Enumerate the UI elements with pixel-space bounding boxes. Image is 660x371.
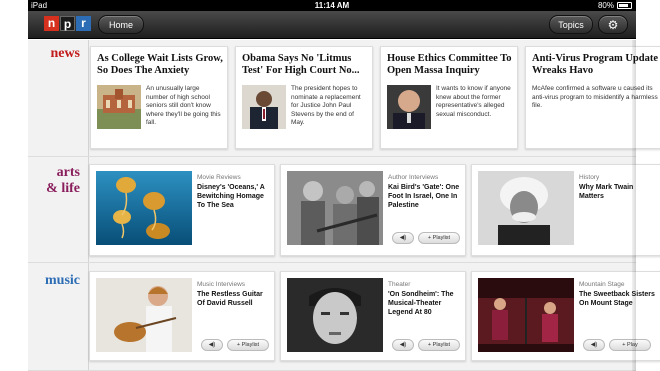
music-story-card[interactable]: Theater 'On Sondheim': The Musical-Theat… [280,271,466,361]
news-story-card[interactable]: As College Wait Lists Grow, So Does The … [90,46,228,149]
speaker-icon: ◀) [399,342,407,348]
listen-button[interactable]: ◀) [201,339,223,351]
story-title: 'On Sondheim': The Musical-Theater Legen… [388,291,454,316]
speaker-icon: ◀) [208,342,216,348]
logo-letter-p: p [60,16,75,31]
add-playlist-button[interactable]: + Playlist [418,232,460,244]
status-bar: iPad 11:14 AM 80% [28,0,636,11]
scroll-edge-shadow [632,40,636,371]
news-section-label[interactable]: news [28,46,88,62]
story-teaser: The president hopes to nominate a replac… [291,85,361,126]
jellyfish-photo [96,171,192,245]
topics-button[interactable]: Topics [549,15,593,34]
arts-life-section-label[interactable]: arts & life [28,165,88,197]
music-story-card[interactable]: Music Interviews The Restless Guitar Of … [89,271,275,361]
sondheim-photo [287,278,383,352]
children-photo [287,171,383,245]
add-playlist-button[interactable]: + Playlist [418,339,460,351]
story-category: Music Interviews [197,281,246,288]
arts-story-card[interactable]: Author Interviews Kai Bird's 'Gate': One… [280,164,466,256]
story-category: Author Interviews [388,174,439,181]
story-title: Disney's 'Oceans,' A Bewitching Homage T… [197,184,265,209]
story-photo [387,85,431,129]
home-button[interactable]: Home [98,15,144,34]
speaker-icon: ◀) [590,342,598,348]
story-title: Why Mark Twain Matters [579,184,634,200]
add-playlist-button[interactable]: + Playlist [227,339,269,351]
mark-twain-photo [478,171,574,245]
arts-life-section: arts & life Movie Reviews Disney's 'Ocea… [28,157,660,263]
music-section: music Music Interviews The Restless Guit… [28,263,660,371]
story-category: Movie Reviews [197,174,241,181]
news-story-card[interactable]: Obama Says No 'Litmus Test' For High Cou… [235,46,373,149]
news-story-card[interactable]: House Ethics Committee To Open Massa Inq… [380,46,518,149]
speaker-icon: ◀) [399,235,407,241]
battery-percent: 80% [597,1,614,10]
story-teaser: It wants to know if anyone knew about th… [436,85,511,118]
story-category: Mountain Stage [579,281,625,288]
story-headline: Anti-Virus Program Update Wreaks Havo [532,53,658,76]
logo-letter-r: r [76,16,91,31]
story-photo [97,85,141,129]
story-photo [242,85,286,129]
story-headline: Obama Says No 'Litmus Test' For High Cou… [242,53,360,76]
band-stage-photo [478,278,574,352]
arts-story-card[interactable]: Movie Reviews Disney's 'Oceans,' A Bewit… [89,164,275,256]
story-title: The Sweetback Sisters On Mount Stage [579,291,655,307]
story-teaser: An unusually large number of high school… [146,85,221,126]
music-section-label[interactable]: music [28,273,88,289]
section-divider [88,40,89,156]
story-category: Theater [388,281,411,288]
story-headline: As College Wait Lists Grow, So Does The … [97,53,223,76]
listen-button[interactable]: ◀) [583,339,605,351]
top-nav-bar: n p r Home Topics ⚙ [28,11,636,39]
story-title: Kai Bird's 'Gate': One Foot In Israel, O… [388,184,460,209]
logo-letter-n: n [44,16,59,31]
npr-logo[interactable]: n p r [44,16,91,31]
news-story-card[interactable]: Anti-Virus Program Update Wreaks Havo Mc… [525,46,660,149]
gear-icon: ⚙ [607,18,619,32]
clock: 11:14 AM [314,1,350,10]
guitarist-photo [96,278,192,352]
news-section: news As College Wait Lists Grow, So Does… [28,40,660,157]
story-headline: House Ethics Committee To Open Massa Inq… [387,53,512,76]
section-label-line: & life [46,181,80,196]
settings-button[interactable]: ⚙ [598,15,628,34]
add-playlist-button[interactable]: + Play [609,339,651,351]
listen-button[interactable]: ◀) [392,232,414,244]
battery-icon [617,2,632,9]
section-label-line: arts [56,165,80,180]
story-teaser: McAfee confirmed a software u caused its… [532,85,658,109]
story-title: The Restless Guitar Of David Russell [197,291,263,307]
listen-button[interactable]: ◀) [392,339,414,351]
story-category: History [579,174,600,181]
